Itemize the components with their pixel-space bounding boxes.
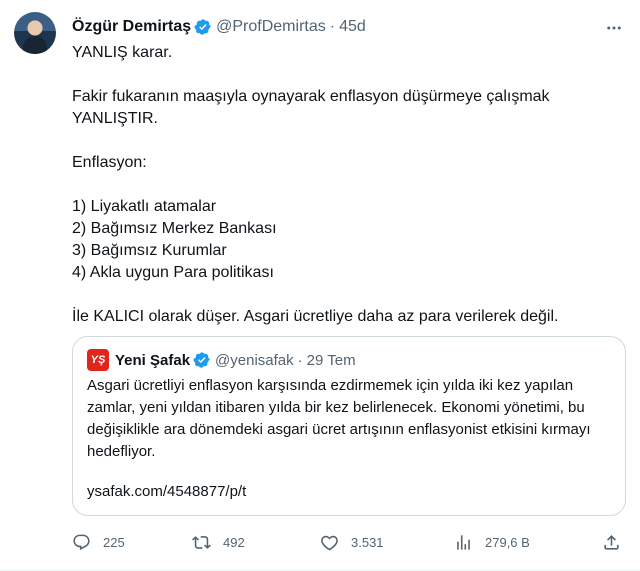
tweet-line: İle KALICI olarak düşer. Asgari ücretliy… — [72, 308, 559, 325]
tweet-line: 3) Bağımsız Kurumlar — [72, 242, 227, 259]
reply-icon — [73, 534, 90, 550]
verified-badge-icon — [193, 352, 210, 368]
tweet-line — [72, 174, 620, 196]
quoted-tweet[interactable]: YŞ Yeni Şafak @yenisafak · 29 Tem Asgari… — [72, 336, 626, 516]
tweet-line: YANLIŞ karar. — [72, 44, 173, 61]
views-count: 279,6 B — [485, 534, 530, 550]
tweet-header: Özgür Demirtaş @ProfDemirtas · 45d — [72, 16, 366, 38]
quoted-tweet-link[interactable]: ysafak.com/4548877/p/t — [87, 483, 246, 500]
quoted-avatar: YŞ — [87, 349, 109, 371]
retweet-icon — [192, 535, 211, 549]
retweet-button[interactable]: 492 — [192, 528, 245, 556]
tweet-line: Enflasyon: — [72, 154, 147, 171]
like-icon — [321, 535, 338, 551]
like-count: 3.531 — [351, 534, 384, 550]
author-handle[interactable]: @ProfDemirtas — [216, 18, 326, 36]
tweet-line: Fakir fukaranın maaşıyla oynayarak enfla… — [72, 88, 550, 127]
tweet-line: 1) Liyakatlı atamalar — [72, 198, 217, 215]
like-button[interactable]: 3.531 — [320, 528, 384, 556]
views-icon — [457, 534, 470, 550]
views-button[interactable]: 279,6 B — [454, 528, 530, 556]
tweet-line — [72, 284, 620, 306]
quoted-author-handle: @yenisafak — [215, 351, 294, 369]
quoted-timestamp: 29 Tem — [306, 351, 356, 369]
avatar[interactable] — [14, 12, 56, 54]
tweet-line — [72, 64, 620, 86]
author-name[interactable]: Özgür Demirtaş — [72, 18, 191, 36]
retweet-count: 492 — [223, 534, 245, 550]
tweet-text: YANLIŞ karar. Fakir fukaranın maaşıyla o… — [72, 42, 620, 328]
separator-dot: · — [329, 18, 336, 35]
reply-count: 225 — [103, 534, 125, 550]
tweet-line: 2) Bağımsız Merkez Bankası — [72, 220, 277, 237]
reply-button[interactable]: 225 — [72, 528, 125, 556]
more-icon[interactable] — [604, 18, 624, 38]
share-icon — [604, 534, 619, 550]
tweet[interactable]: Özgür Demirtaş @ProfDemirtas · 45d YANLI… — [0, 0, 640, 571]
quoted-tweet-header: YŞ Yeni Şafak @yenisafak · 29 Tem — [87, 349, 356, 371]
separator-dot: · — [297, 351, 303, 369]
share-button[interactable] — [602, 528, 621, 556]
tweet-actions: 225 492 3.531 279,6 B — [72, 528, 624, 556]
quoted-author-name: Yeni Şafak — [115, 351, 191, 369]
tweet-timestamp[interactable]: 45d — [339, 18, 366, 36]
tweet-line: 4) Akla uygun Para politikası — [72, 264, 274, 281]
tweet-line — [72, 130, 620, 152]
verified-badge-icon — [194, 19, 211, 35]
quoted-tweet-text: Asgari ücretliyi enflasyon karşısında ez… — [87, 377, 591, 460]
